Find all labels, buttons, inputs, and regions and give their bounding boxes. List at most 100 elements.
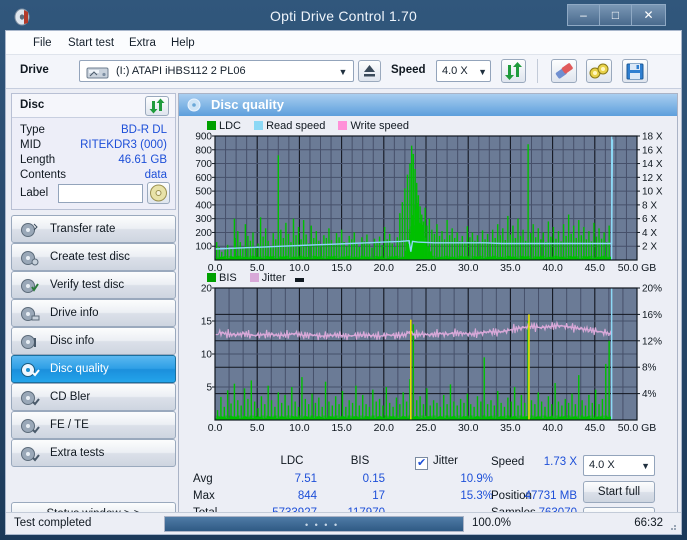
progress-dots: • • • • [305, 520, 339, 530]
refresh-icon [502, 60, 525, 82]
drive-toolbar: Drive (I:) ATAPI iHBS112 2 PL06 ▼ Speed [6, 55, 681, 89]
disc-row-key-mid: MID [20, 139, 41, 151]
start-full-button[interactable]: Start full [583, 481, 655, 503]
test-speed-value: 4.0 X [589, 459, 615, 471]
close-button[interactable]: ✕ [631, 4, 666, 26]
svg-text:4 X: 4 X [642, 228, 657, 239]
svg-text:300: 300 [195, 214, 212, 225]
svg-text:8 X: 8 X [642, 200, 657, 211]
drive-select[interactable]: (I:) ATAPI iHBS112 2 PL06 ▼ [79, 60, 354, 82]
svg-text:12 X: 12 X [642, 173, 663, 184]
svg-text:30.0: 30.0 [458, 262, 479, 274]
app-window: Opti Drive Control 1.70 – □ ✕ File Start… [0, 0, 687, 540]
disc-extra-icon [20, 445, 40, 463]
minimize-button[interactable]: – [567, 4, 599, 26]
stats-jitter-avg: 10.9% [427, 473, 493, 485]
sidebar-item-fe-te[interactable]: FE / TE [11, 411, 176, 439]
legend-label-read-speed: Read speed [266, 120, 325, 132]
disc-refresh-button[interactable] [145, 96, 169, 116]
sidebar-item-disc-info[interactable]: Disc info [11, 327, 176, 355]
top-chart-legend: LDC Read speed Write speed [207, 120, 409, 132]
svg-text:20%: 20% [642, 284, 662, 295]
bottom-chart-canvas: 51015204%8%12%16%20% [179, 284, 677, 422]
scan-button[interactable] [586, 59, 612, 83]
menu-file[interactable]: File [28, 35, 57, 52]
svg-text:20: 20 [201, 284, 213, 295]
sidebar-item-transfer-rate[interactable]: Transfer rate [11, 215, 176, 243]
disc-label-icon [148, 183, 169, 203]
sidebar-label: FE / TE [50, 419, 89, 431]
menu-extra[interactable]: Extra [124, 35, 161, 52]
disc-label-input[interactable] [58, 184, 143, 203]
eject-icon [359, 61, 380, 81]
sidebar-item-disc-quality[interactable]: Disc quality [11, 355, 176, 383]
svg-text:10 X: 10 X [642, 187, 663, 198]
legend-swatch-extra [295, 278, 304, 282]
test-speed-select[interactable]: 4.0 X ▼ [583, 455, 655, 476]
legend-swatch-write-speed [338, 121, 347, 130]
menu-help[interactable]: Help [166, 35, 200, 52]
eraser-icon [552, 60, 576, 82]
client-area: File Start test Extra Help Drive (I:) AT… [5, 30, 682, 535]
erase-button[interactable] [551, 59, 577, 83]
svg-text:10.0: 10.0 [289, 422, 310, 434]
stats-bis-avg: 0.15 [319, 473, 385, 485]
disc-label-key: Label [20, 187, 48, 199]
refresh-button[interactable] [501, 59, 526, 83]
stats-ldc-max: 844 [247, 490, 317, 502]
disc-quality-title: Disc quality [211, 97, 284, 112]
binoculars-icon [587, 60, 611, 82]
disc-create-icon [20, 249, 40, 267]
svg-text:16 X: 16 X [642, 145, 663, 156]
save-button[interactable] [622, 59, 648, 83]
speed-label: Speed [391, 64, 426, 76]
svg-text:12%: 12% [642, 336, 662, 347]
disc-row-value-mid: RITEKDR3 (000) [80, 139, 167, 151]
disc-info-box: Disc Type BD-R DL MID RITEKDR3 (000) Len… [11, 93, 176, 210]
disc-header-label: Disc [20, 99, 44, 111]
svg-text:25.0: 25.0 [416, 262, 437, 274]
sidebar-label: Extra tests [50, 447, 104, 459]
drive-label: Drive [20, 64, 49, 76]
stats-position-value: 47731 MB [509, 490, 577, 502]
chevron-down-icon: ▼ [641, 461, 650, 471]
svg-text:30.0: 30.0 [458, 422, 479, 434]
jitter-checkbox[interactable] [415, 457, 428, 470]
sidebar-item-create-test-disc[interactable]: Create test disc [11, 243, 176, 271]
menu-start-test[interactable]: Start test [63, 35, 119, 52]
sidebar-item-drive-info[interactable]: Drive info [11, 299, 176, 327]
resize-grip-icon [666, 520, 678, 532]
svg-text:50.0 GB: 50.0 GB [618, 422, 657, 434]
svg-text:25.0: 25.0 [416, 422, 437, 434]
stats-col-bis: BIS [335, 455, 385, 467]
svg-text:5: 5 [206, 383, 212, 394]
top-chart-canvas: 1002003004005006007008009002 X4 X6 X8 X1… [179, 132, 677, 262]
sidebar-item-verify-test-disc[interactable]: Verify test disc [11, 271, 176, 299]
disc-label-button[interactable] [147, 182, 170, 204]
maximize-button[interactable]: □ [599, 4, 631, 26]
svg-text:16%: 16% [642, 310, 662, 321]
disc-fete-icon [20, 417, 40, 435]
drive-icon [85, 64, 111, 80]
sidebar-label: Verify test disc [50, 279, 124, 291]
bottom-chart-legend: BIS Jitter [207, 272, 307, 284]
speed-select[interactable]: 4.0 X ▼ [436, 60, 491, 82]
svg-text:700: 700 [195, 159, 212, 170]
top-chart: 1002003004005006007008009002 X4 X6 X8 X1… [179, 132, 677, 262]
sidebar-item-cd-bler[interactable]: CD Bler [11, 383, 176, 411]
svg-text:14 X: 14 X [642, 159, 663, 170]
legend-swatch-ldc [207, 121, 216, 130]
stats-bis-max: 17 [319, 490, 385, 502]
progress-bar: • • • • [164, 516, 464, 532]
disc-row-value-type: BD-R DL [121, 124, 167, 136]
svg-text:600: 600 [195, 173, 212, 184]
legend-label-write-speed: Write speed [350, 120, 409, 132]
svg-text:15: 15 [201, 317, 213, 328]
sidebar-item-extra-tests[interactable]: Extra tests [11, 439, 176, 467]
svg-text:800: 800 [195, 145, 212, 156]
svg-text:10: 10 [201, 350, 213, 361]
drive-value: (I:) ATAPI iHBS112 2 PL06 [116, 65, 246, 77]
disc-drive-icon [20, 305, 40, 323]
svg-text:50.0 GB: 50.0 GB [618, 262, 657, 274]
eject-button[interactable] [358, 60, 381, 82]
